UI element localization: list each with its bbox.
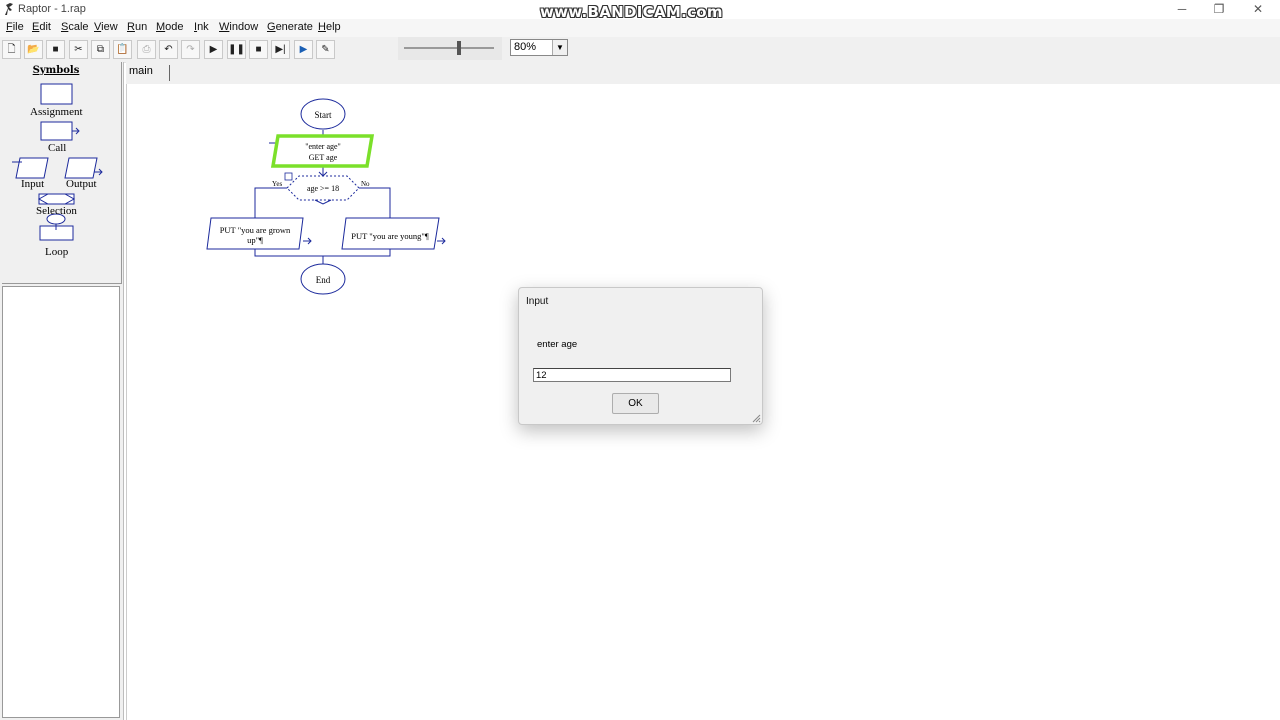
restore-button[interactable]: ❐: [1201, 0, 1237, 19]
loop-label: Loop: [45, 246, 69, 258]
menu-help[interactable]: Help: [318, 21, 341, 33]
menu-edit[interactable]: Edit: [32, 21, 51, 33]
output-label: Output: [66, 178, 97, 190]
condition-text: age >= 18: [307, 184, 339, 193]
menu-mode[interactable]: Mode: [156, 21, 184, 33]
dialog-prompt: enter age: [537, 339, 578, 350]
output-arrow-icon: [303, 237, 312, 245]
menu-ink[interactable]: Ink: [194, 21, 209, 33]
dialog-title: Input: [526, 296, 549, 307]
yes-output-text-2: up"¶: [247, 235, 263, 245]
undo-icon[interactable]: ↶: [159, 40, 178, 59]
chevron-down-icon[interactable]: ▼: [552, 40, 567, 55]
menu-run[interactable]: Run: [127, 21, 147, 33]
toolbar: 🗋 📂 ■ ✂ ⧉ 📋 ⎙ ↶ ↷ ▶ ❚❚ ■ ▶| ▶ ✎: [0, 37, 1280, 63]
stop-icon[interactable]: ■: [249, 40, 268, 59]
assignment-symbol-icon[interactable]: [40, 83, 73, 105]
input-prompt-text: "enter age": [305, 142, 341, 151]
resize-grip-icon[interactable]: [751, 413, 761, 423]
input-symbol-icon[interactable]: [15, 157, 49, 179]
assignment-label: Assignment: [30, 106, 83, 118]
variables-list[interactable]: [2, 286, 120, 718]
title-bar: Raptor - 1.rap www.BANDICAM.com ─ ❐ ✕: [0, 0, 1280, 21]
yes-branch-line: [254, 187, 287, 218]
output-symbol-icon[interactable]: [64, 157, 98, 179]
zoom-select[interactable]: 80% ▼: [510, 39, 568, 56]
redo-icon[interactable]: ↷: [181, 40, 200, 59]
copy-icon[interactable]: ⧉: [91, 40, 110, 59]
slider-track: [404, 47, 494, 49]
speed-slider[interactable]: [398, 37, 502, 60]
print-icon[interactable]: ⎙: [137, 40, 156, 59]
output-arrow-icon: [437, 237, 446, 245]
end-label: End: [316, 275, 331, 285]
age-input-field[interactable]: 12: [533, 368, 731, 382]
tab-main[interactable]: main: [129, 65, 153, 77]
menu-window[interactable]: Window: [219, 21, 258, 33]
pause-icon[interactable]: ❚❚: [227, 40, 246, 59]
start-label: Start: [315, 110, 332, 120]
merge-line: [254, 249, 391, 257]
close-button[interactable]: ✕: [1240, 0, 1276, 19]
input-var-text: GET age: [309, 153, 338, 162]
no-branch-line: [359, 187, 391, 218]
zoom-value: 80%: [514, 41, 537, 53]
slider-thumb[interactable]: [456, 41, 461, 55]
open-folder-icon[interactable]: 📂: [24, 40, 43, 59]
step-to-completion-icon[interactable]: ▶: [294, 40, 313, 59]
breakpoint-toggle-icon[interactable]: [284, 172, 293, 181]
tab-strip: main: [126, 62, 1280, 84]
menu-file[interactable]: File: [6, 21, 24, 33]
selection-label: Selection: [36, 205, 77, 217]
new-file-icon[interactable]: 🗋: [2, 40, 21, 59]
call-label: Call: [48, 142, 67, 154]
run-icon[interactable]: ▶: [204, 40, 223, 59]
window-title: Raptor - 1.rap: [18, 3, 86, 15]
no-output-text: PUT "you are young"¶: [351, 231, 429, 241]
menu-bar: File Edit Scale View Run Mode Ink Window…: [0, 19, 1280, 37]
input-label: Input: [21, 178, 45, 190]
step-icon[interactable]: ▶|: [271, 40, 290, 59]
no-label: No: [361, 180, 370, 188]
menu-view[interactable]: View: [94, 21, 118, 33]
symbols-panel: Symbols Assignment Call Input Output Sel…: [0, 62, 124, 720]
paste-icon[interactable]: 📋: [113, 40, 132, 59]
cut-icon[interactable]: ✂: [69, 40, 88, 59]
call-symbol-icon[interactable]: [40, 121, 73, 141]
menu-scale[interactable]: Scale: [61, 21, 89, 33]
raptor-app-icon: [5, 3, 13, 15]
minimize-button[interactable]: ─: [1164, 0, 1200, 19]
input-dialog: Input enter age 12 OK: [518, 287, 763, 425]
yes-label: Yes: [272, 180, 282, 188]
ink-pen-icon[interactable]: ✎: [316, 40, 335, 59]
yes-output-text-1: PUT "you are grown: [220, 225, 291, 235]
tab-separator: [169, 65, 170, 81]
menu-generate[interactable]: Generate: [267, 21, 313, 33]
symbols-box: Symbols Assignment Call Input Output Sel…: [2, 62, 122, 284]
save-icon[interactable]: ■: [46, 40, 65, 59]
ok-button[interactable]: OK: [612, 393, 659, 414]
